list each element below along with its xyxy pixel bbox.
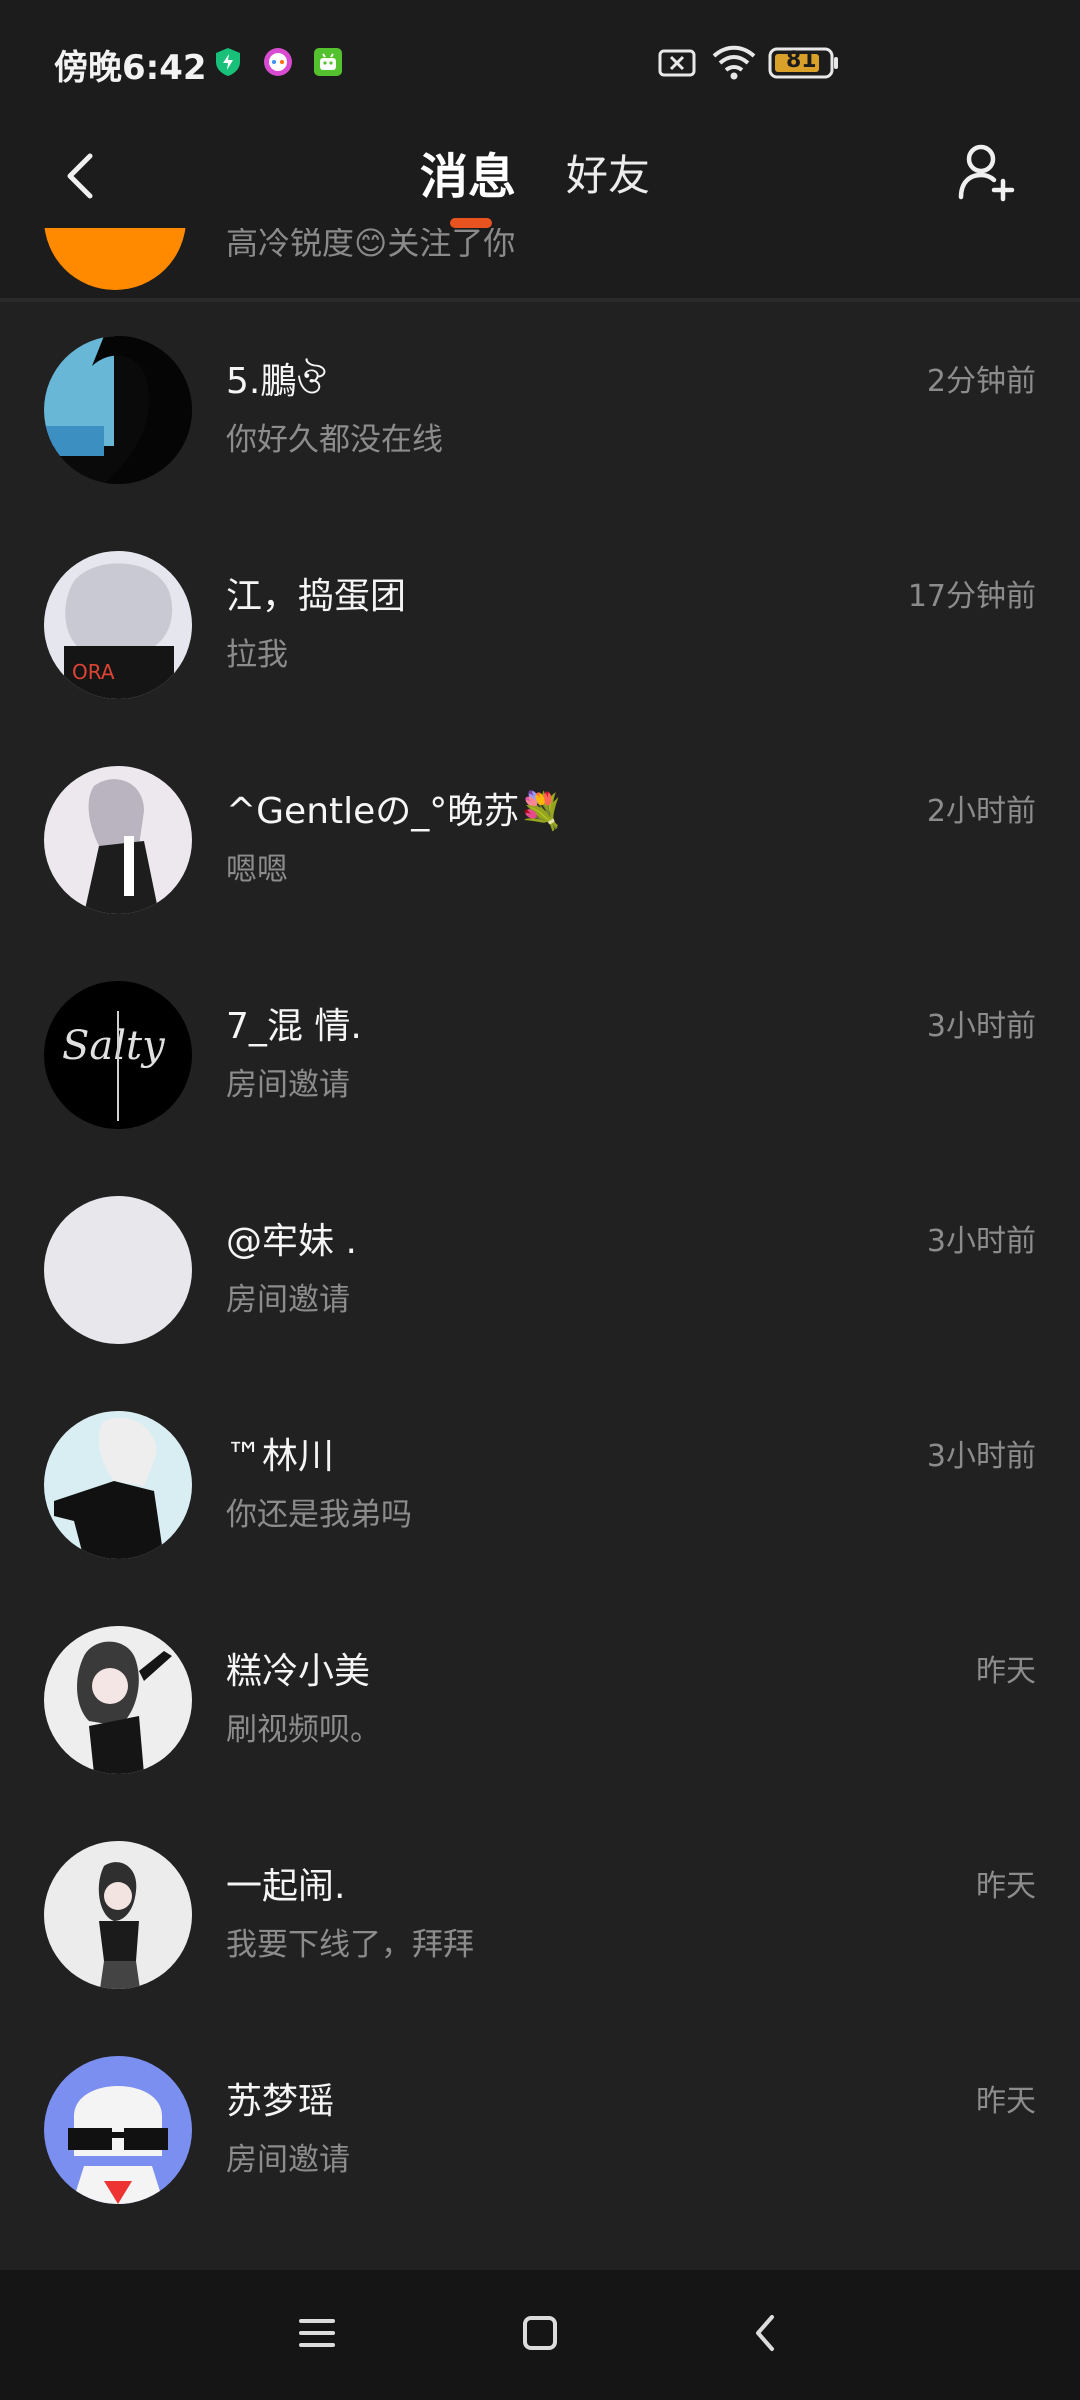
add-friend-button[interactable] [942, 128, 1032, 218]
message-time: 3小时前 [926, 1224, 1036, 1259]
message-preview: 拉我 [226, 637, 288, 673]
chevron-left-icon [60, 150, 100, 206]
conversation-row[interactable]: @牢妹 . 房间邀请 3小时前 [0, 1162, 1080, 1377]
notification-avatar [44, 228, 186, 290]
avatar [44, 1841, 192, 1989]
message-time: 2分钟前 [926, 364, 1036, 399]
conversation-row[interactable]: 糕冷小美 刷视频呗。 昨天 [0, 1592, 1080, 1807]
svg-text:Salty: Salty [62, 1023, 166, 1069]
system-back-button[interactable] [720, 2300, 810, 2370]
conversation-row[interactable]: 一起闹. 我要下线了，拜拜 昨天 [0, 1807, 1080, 2022]
conversation-row[interactable]: Salty 7_混 情. 房间邀请 3小时前 [0, 947, 1080, 1162]
message-preview: 嗯嗯 [226, 852, 288, 888]
message-time: 昨天 [976, 1654, 1036, 1689]
message-preview: 房间邀请 [226, 2142, 350, 2178]
contact-name: 一起闹. [226, 1866, 346, 1907]
contact-name: 糕冷小美 [226, 1651, 371, 1692]
conversation-row[interactable]: 苏梦瑶 房间邀请 昨天 [0, 2022, 1080, 2237]
home-button[interactable] [495, 2300, 585, 2370]
header: 消息 好友 [0, 128, 1080, 228]
tab-friends[interactable]: 好友 [566, 132, 650, 212]
message-preview: 我要下线了，拜拜 [226, 1927, 474, 1963]
menu-button[interactable] [272, 2300, 362, 2370]
active-tab-indicator [450, 218, 492, 228]
home-icon [521, 2314, 559, 2356]
shield-icon [212, 46, 244, 78]
conversation-row[interactable]: ORA 江，捣蛋团 拉我 17分钟前 [0, 517, 1080, 732]
messages-screen: 傍晚6:42 81 消息 好友 高冷锐度😊关注了你 5.鵬ঔ 你好久都没在线 2… [0, 0, 1080, 2400]
avatar [44, 2056, 192, 2204]
battery-level: 81 [786, 48, 817, 73]
back-icon [750, 2313, 780, 2357]
message-time: 17分钟前 [907, 579, 1036, 614]
contact-name: ™林川 [226, 1436, 335, 1477]
avatar [44, 1411, 192, 1559]
avatar [44, 766, 192, 914]
contact-name: 5.鵬ঔ [226, 361, 326, 402]
contact-name: 江，捣蛋团 [226, 576, 407, 617]
conversation-row[interactable]: 5.鵬ঔ 你好久都没在线 2分钟前 [0, 302, 1080, 517]
contact-name: 7_混 情. [226, 1006, 362, 1047]
avatar: Salty [44, 981, 192, 1129]
svg-text:ORA: ORA [72, 660, 115, 684]
message-time: 2小时前 [926, 794, 1036, 829]
add-user-icon [955, 139, 1019, 207]
game-icon [262, 46, 294, 78]
status-bar: 傍晚6:42 81 [0, 0, 1080, 128]
message-time: 昨天 [976, 2084, 1036, 2119]
avatar: ORA [44, 551, 192, 699]
sim-error-icon [658, 48, 696, 82]
avatar [44, 1196, 192, 1344]
message-time: 昨天 [976, 1869, 1036, 1904]
android-icon [312, 46, 344, 78]
status-time: 傍晚6:42 [54, 48, 207, 88]
notification-text: 高冷锐度😊关注了你 [226, 228, 516, 262]
tab-messages[interactable]: 消息 [420, 132, 516, 212]
message-preview: 房间邀请 [226, 1282, 350, 1318]
notification-row[interactable]: 高冷锐度😊关注了你 [0, 228, 1080, 298]
avatar [44, 336, 192, 484]
message-time: 3小时前 [926, 1009, 1036, 1044]
contact-name: @牢妹 . [226, 1221, 357, 1262]
message-preview: 刷视频呗。 [226, 1712, 381, 1748]
message-preview: 房间邀请 [226, 1067, 350, 1103]
conversation-list: 5.鵬ঔ 你好久都没在线 2分钟前 ORA 江，捣蛋团 拉我 17分钟前 ^Ge… [0, 302, 1080, 2270]
avatar [44, 1626, 192, 1774]
contact-name: ^Gentleの_°晚苏💐 [226, 791, 565, 832]
message-preview: 你还是我弟吗 [226, 1497, 412, 1533]
conversation-row[interactable]: ™林川 你还是我弟吗 3小时前 [0, 1377, 1080, 1592]
wifi-icon [712, 44, 756, 84]
contact-name: 苏梦瑶 [226, 2081, 335, 2122]
system-nav-bar [0, 2270, 1080, 2400]
message-time: 3小时前 [926, 1439, 1036, 1474]
menu-icon [297, 2316, 337, 2354]
message-preview: 你好久都没在线 [226, 422, 443, 458]
back-button[interactable] [40, 138, 120, 218]
conversation-row[interactable]: ^Gentleの_°晚苏💐 嗯嗯 2小时前 [0, 732, 1080, 947]
